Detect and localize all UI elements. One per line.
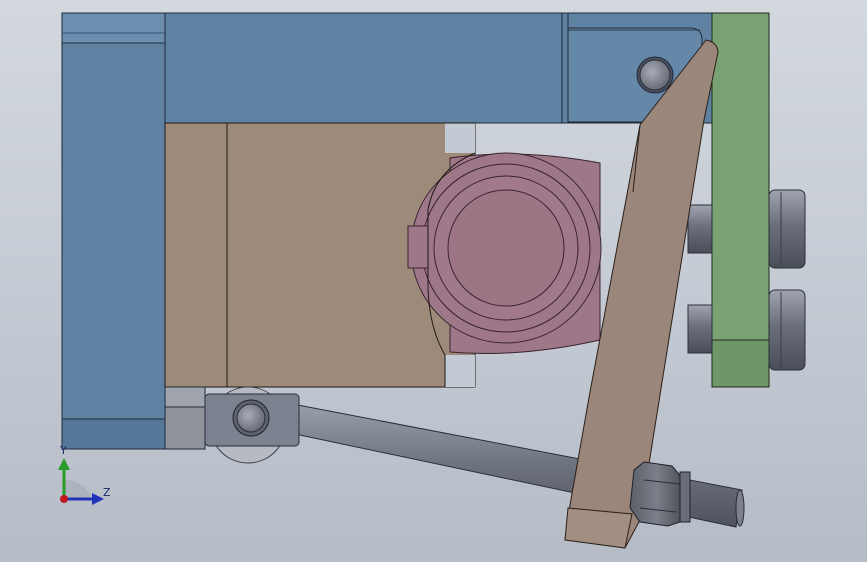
base-frame-column[interactable] (61, 12, 166, 450)
top-beam[interactable] (164, 12, 713, 124)
top-pivot-pin[interactable] (636, 56, 674, 94)
z-axis-label: Z (103, 486, 111, 499)
side-plate[interactable] (711, 12, 770, 388)
y-axis-arrowhead (58, 458, 70, 470)
triad-plane-indicator (64, 479, 92, 499)
clevis-bracket[interactable] (164, 386, 300, 464)
triad-origin (60, 495, 68, 503)
orientation-triad: Y Z (58, 444, 111, 505)
cad-viewport[interactable]: Y Z (0, 0, 867, 562)
y-axis-label: Y (59, 444, 67, 457)
hex-nut[interactable] (629, 461, 691, 527)
